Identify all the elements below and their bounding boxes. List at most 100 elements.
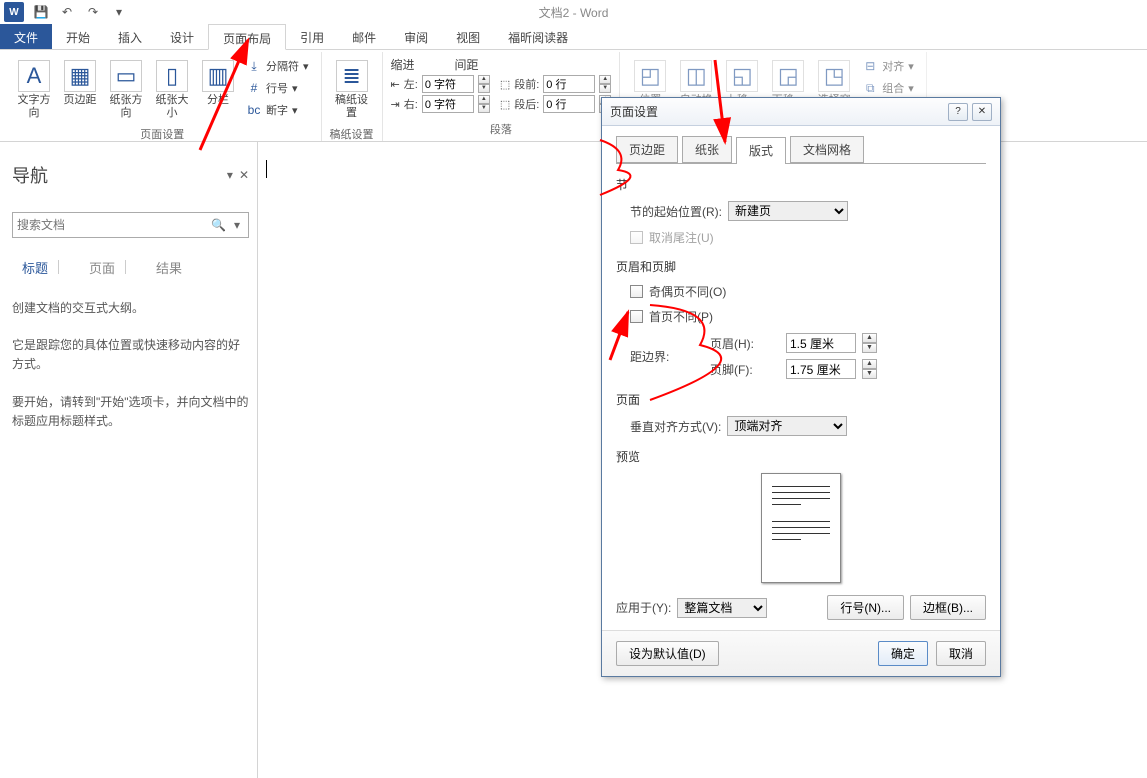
line-numbers-dialog-button[interactable]: 行号(N)... <box>827 595 904 620</box>
hyphenation-button[interactable]: bc断字 ▾ <box>242 100 313 120</box>
nav-search-box[interactable]: 🔍 ▾ <box>12 212 249 238</box>
spin-up[interactable]: ▲ <box>862 359 877 369</box>
tab-references[interactable]: 引用 <box>286 24 338 49</box>
breaks-button[interactable]: ⤓分隔符 ▾ <box>242 56 313 76</box>
ok-button[interactable]: 确定 <box>878 641 928 666</box>
space-before-input[interactable] <box>543 75 595 93</box>
space-after-label: 段后: <box>514 96 539 112</box>
suppress-endnotes-label: 取消尾注(U) <box>649 229 714 246</box>
spin-down[interactable]: ▼ <box>599 84 611 93</box>
dialog-close-button[interactable]: ✕ <box>972 103 992 121</box>
spacing-title: 间距 <box>455 56 479 73</box>
spin-up[interactable]: ▲ <box>478 75 490 84</box>
apply-to-label: 应用于(Y): <box>616 599 671 616</box>
margins-label: 页边距 <box>64 94 97 107</box>
nav-dropdown-icon[interactable]: ▾ <box>227 168 233 182</box>
set-default-button[interactable]: 设为默认值(D) <box>616 641 719 666</box>
indent-title: 缩进 <box>391 56 415 73</box>
odd-even-label: 奇偶页不同(O) <box>649 283 726 300</box>
valign-select[interactable]: 顶端对齐 <box>727 416 847 436</box>
dialog-tab-grid[interactable]: 文档网格 <box>790 136 864 163</box>
align-button: ⊟对齐 ▾ <box>858 56 918 76</box>
preview-thumbnail <box>761 473 841 583</box>
nav-tab-pages[interactable]: 页面 <box>79 254 125 281</box>
orientation-button[interactable]: ▭纸张方向 <box>104 56 148 124</box>
nav-tab-headings[interactable]: 标题 <box>12 254 58 281</box>
dialog-tab-paper[interactable]: 纸张 <box>682 136 732 163</box>
text-direction-button[interactable]: A文字方向 <box>12 56 56 124</box>
manuscript-button[interactable]: ≣稿纸设置 <box>330 56 374 124</box>
breaks-label: 分隔符 <box>266 58 299 74</box>
page-section-title: 页面 <box>616 391 986 408</box>
search-input[interactable] <box>17 218 207 232</box>
text-cursor <box>266 160 267 178</box>
space-after-input[interactable] <box>543 95 595 113</box>
header-dist-input[interactable] <box>786 333 856 353</box>
search-dropdown-icon[interactable]: ▾ <box>230 218 244 232</box>
tab-design[interactable]: 设计 <box>156 24 208 49</box>
dialog-tab-layout[interactable]: 版式 <box>736 137 786 164</box>
footer-dist-input[interactable] <box>786 359 856 379</box>
orientation-label: 纸张方向 <box>106 94 146 120</box>
preview-title: 预览 <box>616 448 986 465</box>
apply-to-select[interactable]: 整篇文档 <box>677 598 767 618</box>
header-dist-label: 页眉(H): <box>710 335 780 352</box>
redo-button[interactable]: ↷ <box>82 1 104 23</box>
spin-down[interactable]: ▼ <box>478 84 490 93</box>
tab-mailings[interactable]: 邮件 <box>338 24 390 49</box>
tab-review[interactable]: 审阅 <box>390 24 442 49</box>
undo-button[interactable]: ↶ <box>56 1 78 23</box>
nav-help-text-1: 创建文档的交互式大纲。 <box>12 299 249 318</box>
dialog-tab-margins[interactable]: 页边距 <box>616 136 678 163</box>
section-start-label: 节的起始位置(R): <box>630 203 722 220</box>
search-icon[interactable]: 🔍 <box>207 218 230 232</box>
spin-down[interactable]: ▼ <box>862 343 877 353</box>
tab-view[interactable]: 视图 <box>442 24 494 49</box>
qat-customize[interactable]: ▾ <box>108 1 130 23</box>
tab-home[interactable]: 开始 <box>52 24 104 49</box>
page-setup-dialog: 页面设置 ? ✕ 页边距 纸张 版式 文档网格 节 节的起始位置(R): 新建页… <box>601 97 1001 677</box>
columns-button[interactable]: ▥分栏 <box>196 56 240 111</box>
navigation-pane: 导航 ▾ ✕ 🔍 ▾ 标题 页面 结果 创建文档的交互式大纲。 它是跟踪您的具体… <box>0 142 258 778</box>
tab-foxit-reader[interactable]: 福昕阅读器 <box>494 24 582 49</box>
indent-left-label: 左: <box>404 76 418 92</box>
cancel-button[interactable]: 取消 <box>936 641 986 666</box>
group-button: ⧉组合 ▾ <box>858 78 918 98</box>
margins-button[interactable]: ▦页边距 <box>58 56 102 111</box>
size-label: 纸张大小 <box>152 94 192 120</box>
odd-even-checkbox[interactable] <box>630 285 643 298</box>
line-num-label: 行号 <box>266 80 288 96</box>
nav-tab-results[interactable]: 结果 <box>146 254 192 281</box>
spin-down[interactable]: ▼ <box>478 104 490 113</box>
tab-page-layout[interactable]: 页面布局 <box>208 24 286 50</box>
spin-down[interactable]: ▼ <box>862 369 877 379</box>
text-direction-label: 文字方向 <box>14 94 54 120</box>
first-page-checkbox[interactable] <box>630 310 643 323</box>
section-title: 节 <box>616 176 986 193</box>
indent-right-label: 右: <box>404 96 418 112</box>
word-app-icon: W <box>4 2 24 22</box>
spin-up[interactable]: ▲ <box>862 333 877 343</box>
window-title: 文档2 - Word <box>539 4 609 21</box>
first-page-label: 首页不同(P) <box>649 308 713 325</box>
nav-close-icon[interactable]: ✕ <box>239 168 249 182</box>
align-label: 对齐 <box>882 58 904 74</box>
spin-up[interactable]: ▲ <box>478 95 490 104</box>
indent-right-input[interactable] <box>422 95 474 113</box>
line-numbers-button[interactable]: #行号 ▾ <box>242 78 313 98</box>
section-start-select[interactable]: 新建页 <box>728 201 848 221</box>
spin-up[interactable]: ▲ <box>599 75 611 84</box>
ribbon-tabs: 文件 开始 插入 设计 页面布局 引用 邮件 审阅 视图 福昕阅读器 <box>0 24 1147 50</box>
borders-dialog-button[interactable]: 边框(B)... <box>910 595 986 620</box>
nav-title: 导航 <box>12 162 48 188</box>
indent-left-input[interactable] <box>422 75 474 93</box>
footer-dist-label: 页脚(F): <box>710 361 780 378</box>
group-paragraph-label: 段落 <box>391 119 612 141</box>
save-button[interactable]: 💾 <box>30 1 52 23</box>
dialog-help-button[interactable]: ? <box>948 103 968 121</box>
suppress-endnotes-checkbox <box>630 231 643 244</box>
dialog-title: 页面设置 <box>610 103 944 120</box>
tab-file[interactable]: 文件 <box>0 24 52 49</box>
tab-insert[interactable]: 插入 <box>104 24 156 49</box>
size-button[interactable]: ▯纸张大小 <box>150 56 194 124</box>
